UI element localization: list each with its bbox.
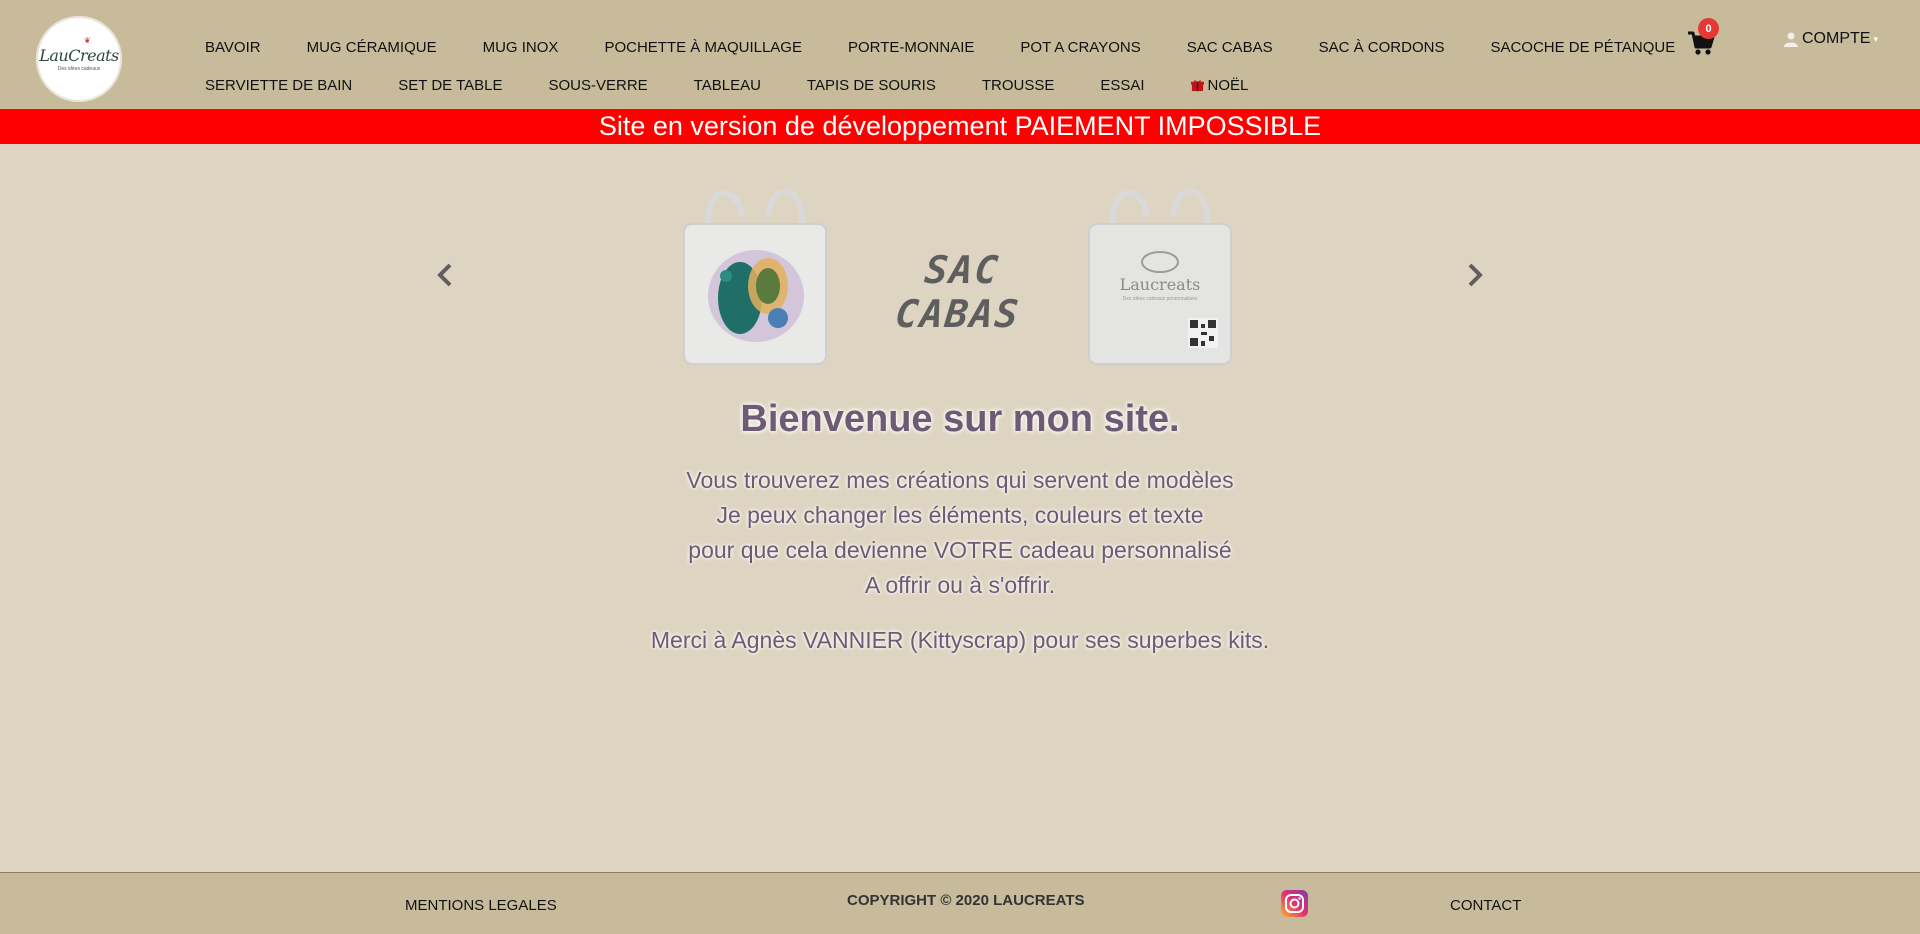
nav-item-mug-ceramique[interactable]: MUG CÉRAMIQUE — [307, 39, 437, 56]
nav-item-sac-cordons[interactable]: SAC À CORDONS — [1319, 39, 1445, 56]
logo-text: LauCreats — [39, 46, 119, 65]
logo-tagline: Des idées cadeaux — [57, 66, 101, 72]
qr-code-icon — [1188, 318, 1218, 348]
nav-item-sacoche-petanque[interactable]: SACOCHE DE PÉTANQUE — [1490, 39, 1675, 56]
gift-icon — [1190, 79, 1204, 91]
nav-item-set-table[interactable]: SET DE TABLE — [398, 77, 502, 94]
nav-row-2: SERVIETTE DE BAIN SET DE TABLE SOUS-VERR… — [205, 66, 1625, 104]
nav-item-tableau[interactable]: TABLEAU — [694, 77, 761, 94]
nav-item-trousse[interactable]: TROUSSE — [982, 77, 1055, 94]
intro-line: pour que cela devienne VOTRE cadeau pers… — [688, 537, 1232, 563]
nav-item-serviette-bain[interactable]: SERVIETTE DE BAIN — [205, 77, 352, 94]
thanks-text: Merci à Agnès VANNIER (Kittyscrap) pour … — [650, 627, 1270, 653]
intro-line: A offrir ou à s'offrir. — [864, 572, 1056, 598]
legal-notice-link[interactable]: MENTIONS LEGALES — [405, 897, 557, 914]
account-menu[interactable]: COMPTE ▾ — [1784, 30, 1878, 48]
main-nav: BAVOIR MUG CÉRAMIQUE MUG INOX POCHETTE À… — [205, 28, 1675, 104]
nav-item-sac-cabas[interactable]: SAC CABAS — [1187, 39, 1273, 56]
intro-line: Vous trouverez mes créations qui servent… — [686, 467, 1234, 493]
nav-item-noel[interactable]: NOËL — [1190, 76, 1249, 94]
nav-item-bavoir[interactable]: BAVOIR — [205, 39, 261, 56]
copyright-text: COPYRIGHT © 2020 LAUCREATS — [847, 892, 1085, 909]
nav-item-essai[interactable]: ESSAI — [1100, 77, 1144, 94]
carousel-next-icon[interactable] — [1462, 262, 1486, 288]
bag-tagline-text: Des idées cadeaux personnalisés — [1123, 296, 1198, 302]
nav-item-pot-crayons[interactable]: POT A CRAYONS — [1020, 39, 1140, 56]
nav-item-pochette-maquillage[interactable]: POCHETTE À MAQUILLAGE — [604, 39, 802, 56]
instagram-icon[interactable] — [1281, 890, 1308, 917]
caret-down-icon: ▾ — [1873, 33, 1878, 44]
tote-bag-front-image — [683, 188, 827, 365]
bag-brand-text: Laucreats — [1120, 275, 1201, 294]
nav-row-1: BAVOIR MUG CÉRAMIQUE MUG INOX POCHETTE À… — [205, 28, 1675, 66]
birds-icon: ❦ — [84, 36, 91, 45]
contact-link[interactable]: CONTACT — [1450, 897, 1521, 914]
dev-banner: Site en version de développement PAIEMEN… — [0, 109, 1920, 144]
carousel-slide-title: SAC CABAS — [893, 248, 1023, 336]
site-header: ❦ LauCreats Des idées cadeaux BAVOIR MUG… — [0, 0, 1920, 109]
tote-bag-back-image: Laucreats Des idées cadeaux personnalisé… — [1088, 188, 1232, 365]
cart-count-badge: 0 — [1698, 18, 1719, 39]
nav-item-porte-monnaie[interactable]: PORTE-MONNAIE — [848, 39, 974, 56]
nav-item-mug-inox[interactable]: MUG INOX — [483, 39, 559, 56]
intro-text: Vous trouverez mes créations qui servent… — [0, 463, 1920, 603]
welcome-title: Bienvenue sur mon site. — [740, 398, 1180, 440]
account-label: COMPTE — [1802, 30, 1871, 47]
user-icon — [1784, 32, 1798, 47]
intro-line: Je peux changer les éléments, couleurs e… — [716, 502, 1204, 528]
nav-item-sous-verre[interactable]: SOUS-VERRE — [548, 77, 647, 94]
nav-item-noel-label: NOËL — [1207, 76, 1249, 94]
carousel-prev-icon[interactable] — [434, 262, 458, 288]
nav-item-tapis-souris[interactable]: TAPIS DE SOURIS — [807, 77, 936, 94]
site-footer: MENTIONS LEGALES COPYRIGHT © 2020 LAUCRE… — [0, 872, 1920, 934]
site-logo[interactable]: ❦ LauCreats Des idées cadeaux — [36, 16, 122, 102]
